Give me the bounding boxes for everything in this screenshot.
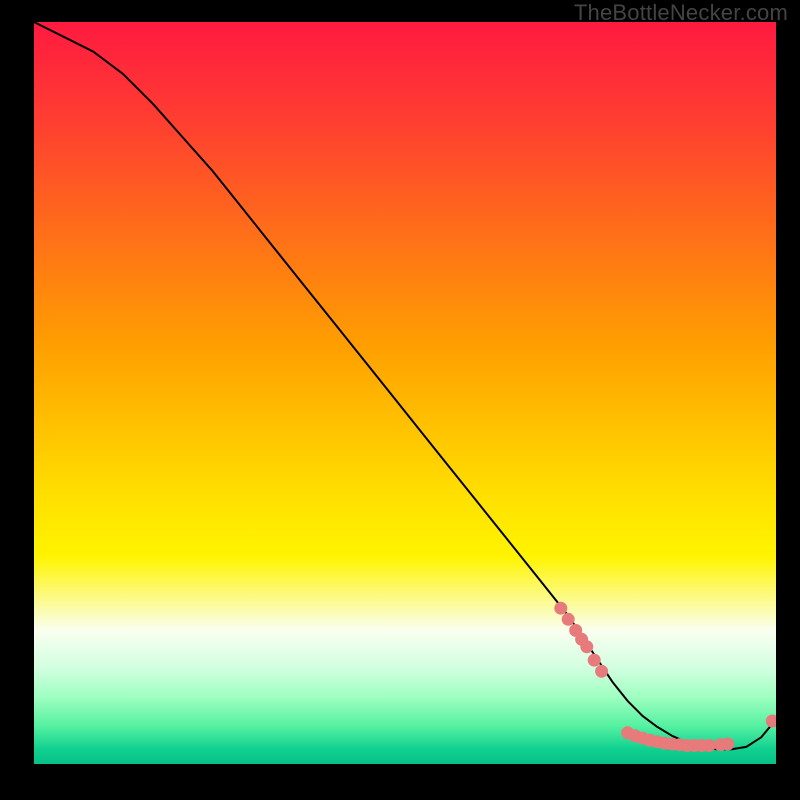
bottleneck-curve xyxy=(34,22,776,749)
data-point xyxy=(721,738,734,751)
data-point xyxy=(621,726,634,739)
data-point xyxy=(714,738,727,751)
data-point xyxy=(562,613,575,626)
data-point xyxy=(580,640,593,653)
data-point xyxy=(569,624,582,637)
data-point xyxy=(703,739,716,752)
data-point xyxy=(651,735,664,748)
data-point xyxy=(673,738,686,751)
data-point xyxy=(629,729,642,742)
data-point xyxy=(643,734,656,747)
data-point xyxy=(688,739,701,752)
data-point xyxy=(681,739,694,752)
data-point xyxy=(588,654,601,667)
chart-plot-area xyxy=(34,22,776,764)
data-point xyxy=(595,665,608,678)
data-point xyxy=(575,633,588,646)
data-point xyxy=(695,739,708,752)
data-markers xyxy=(554,602,776,752)
data-point xyxy=(666,738,679,751)
data-point xyxy=(554,602,567,615)
data-point xyxy=(766,715,776,728)
data-point xyxy=(658,737,671,750)
data-point xyxy=(636,732,649,745)
chart-svg xyxy=(34,22,776,764)
